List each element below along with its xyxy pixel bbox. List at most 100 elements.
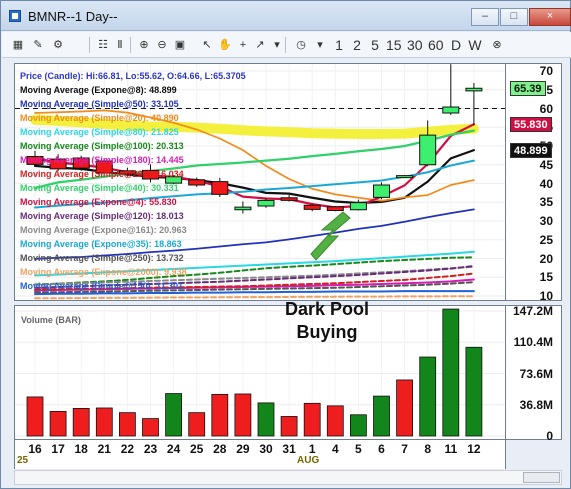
date-label: 1 bbox=[308, 442, 316, 456]
period-15-button[interactable]: 15 bbox=[386, 36, 402, 54]
candle-group bbox=[349, 199, 367, 211]
candle-group bbox=[211, 177, 229, 197]
candle-body bbox=[188, 179, 206, 186]
price-tick-label: 60 bbox=[539, 101, 553, 116]
price-tick-label: 45 bbox=[539, 157, 553, 172]
legend-line: Moving Average (Expone@161): 20.963 bbox=[20, 225, 187, 235]
volume-bar bbox=[419, 356, 437, 437]
price-tick-label: 15 bbox=[539, 270, 553, 285]
trendline-icon[interactable]: ↗ bbox=[253, 36, 267, 54]
title-bar[interactable]: BMNR--1 Day-- – □ × bbox=[1, 1, 571, 31]
toolbar-separator bbox=[89, 37, 90, 53]
volume-bar bbox=[465, 346, 483, 437]
date-label: 22 bbox=[120, 442, 135, 456]
date-label: 31 bbox=[282, 442, 296, 456]
volume-bar bbox=[165, 393, 183, 437]
period-2-button[interactable]: 2 bbox=[350, 36, 364, 54]
date-label: 23 bbox=[143, 442, 158, 456]
indicator-list-icon[interactable]: ☷ bbox=[96, 36, 110, 54]
date-label: 6 bbox=[378, 442, 385, 456]
volume-bar bbox=[396, 379, 414, 437]
candle-body bbox=[211, 181, 229, 195]
zoom-out-icon[interactable]: ⊖ bbox=[155, 36, 169, 54]
date-label: 25 bbox=[190, 442, 204, 456]
price-tick-label: 20 bbox=[539, 251, 553, 266]
maximize-button[interactable]: □ bbox=[500, 8, 528, 26]
volume-bar bbox=[234, 393, 252, 437]
legend-line: Moving Average (Expone@4): 55.830 bbox=[20, 197, 177, 207]
candle-group bbox=[465, 83, 483, 125]
volume-chart-pane[interactable]: Volume (BAR) bbox=[14, 305, 506, 440]
crosshair-icon[interactable]: + bbox=[236, 36, 250, 54]
dark-pool-annotation: Dark Pool Buying bbox=[264, 298, 390, 344]
pointer-icon[interactable]: ↖ bbox=[200, 36, 214, 54]
volume-bar bbox=[26, 396, 44, 437]
price-tick-label: 35 bbox=[539, 195, 553, 210]
pause-icon[interactable]: Ⅱ bbox=[113, 36, 127, 54]
toolbar-separator bbox=[285, 37, 286, 53]
legend-line: Price (Candle): Hi:66.81, Lo:55.62, O:64… bbox=[20, 71, 246, 81]
scrollbar-thumb[interactable] bbox=[523, 472, 560, 483]
candle-body bbox=[234, 206, 252, 211]
candle-body bbox=[303, 204, 321, 210]
legend-line: Moving Average (Simple@80): 21.825 bbox=[20, 127, 179, 137]
clock-icon[interactable]: ◷ bbox=[294, 36, 308, 54]
candle-group bbox=[396, 175, 414, 179]
price-chart-pane[interactable]: Price (Candle): Hi:66.81, Lo:55.62, O:64… bbox=[14, 63, 506, 301]
period-1-button[interactable]: 1 bbox=[332, 36, 346, 54]
candle-body bbox=[465, 87, 483, 92]
period-week-button[interactable]: W bbox=[468, 36, 482, 54]
volume-bar bbox=[373, 395, 390, 437]
candle-group bbox=[234, 201, 252, 214]
date-label: 28 bbox=[213, 442, 227, 456]
volume-tick-label: 73.6M bbox=[519, 366, 553, 381]
candle-body bbox=[349, 202, 367, 211]
price-tick-label: 30 bbox=[539, 214, 553, 228]
volume-bar bbox=[442, 308, 460, 437]
horizontal-scrollbar[interactable] bbox=[14, 470, 562, 485]
date-label: 8 bbox=[424, 442, 432, 456]
month-label: AUG bbox=[297, 455, 320, 466]
legend-line: Moving Average (Simple@200): 16.034 bbox=[20, 169, 184, 179]
volume-bar bbox=[188, 412, 206, 437]
date-label: 29 bbox=[236, 442, 250, 456]
date-label: 30 bbox=[259, 442, 273, 456]
date-label: 18 bbox=[74, 442, 88, 456]
grid-icon[interactable]: ▦ bbox=[11, 36, 25, 54]
window-split-icon[interactable]: ▣ bbox=[173, 36, 187, 54]
minimize-button[interactable]: – bbox=[471, 8, 499, 26]
price-tick-label: 40 bbox=[539, 176, 553, 191]
settings-icon[interactable]: ⚙ bbox=[51, 36, 65, 54]
volume-bar bbox=[49, 410, 67, 437]
legend-line: Moving Average (Simple@180): 14.445 bbox=[20, 155, 184, 165]
hand-icon[interactable]: ✋ bbox=[218, 36, 232, 54]
volume-bar bbox=[142, 418, 159, 437]
dropdown-icon[interactable]: ▾ bbox=[270, 36, 284, 54]
period-60-button[interactable]: 60 bbox=[428, 36, 444, 54]
year-label: 25 bbox=[17, 455, 29, 466]
date-label: 16 bbox=[28, 442, 42, 456]
price-level-tag: 48.899 bbox=[510, 143, 552, 159]
volume-tick-label: 0 bbox=[546, 429, 553, 443]
period-30-button[interactable]: 30 bbox=[407, 36, 423, 54]
moving-average-line bbox=[34, 295, 475, 300]
volume-bar bbox=[303, 402, 321, 437]
legend-line: Moving Average (Simple@20): 40.890 bbox=[20, 113, 179, 123]
chart-window: BMNR--1 Day-- – □ × ▦ ✎ ⚙ ☷ Ⅱ ⊕ ⊖ ▣ ↖ ✋ … bbox=[0, 0, 571, 489]
legend-line: Moving Average (Simple@40): 30.331 bbox=[20, 183, 179, 193]
draw-icon[interactable]: ✎ bbox=[31, 36, 45, 54]
clock-dropdown-icon[interactable]: ▾ bbox=[313, 36, 327, 54]
legend-line: Moving Average (Expone@2000): 9.938 bbox=[20, 267, 187, 277]
price-axis: 7065605550454035302520151065.3955.83048.… bbox=[506, 63, 562, 303]
candle-body bbox=[373, 184, 390, 198]
legend-line: Moving Average (Simple@120): 18.013 bbox=[20, 211, 184, 221]
period-day-button[interactable]: D bbox=[449, 36, 463, 54]
volume-axis: 147.2M 110.4M 73.6M 36.8M 0 bbox=[506, 304, 562, 443]
period-5-button[interactable]: 5 bbox=[368, 36, 382, 54]
more-options-icon[interactable]: ⊗ bbox=[490, 36, 504, 54]
date-label: 12 bbox=[467, 442, 481, 456]
close-button[interactable]: × bbox=[529, 8, 571, 26]
price-tick-label: 25 bbox=[539, 232, 553, 247]
zoom-in-icon[interactable]: ⊕ bbox=[137, 36, 151, 54]
chart-toolbar: ▦ ✎ ⚙ ☷ Ⅱ ⊕ ⊖ ▣ ↖ ✋ + ↗ ▾ ◷ ▾ 1 2 5 15 3… bbox=[2, 32, 571, 58]
